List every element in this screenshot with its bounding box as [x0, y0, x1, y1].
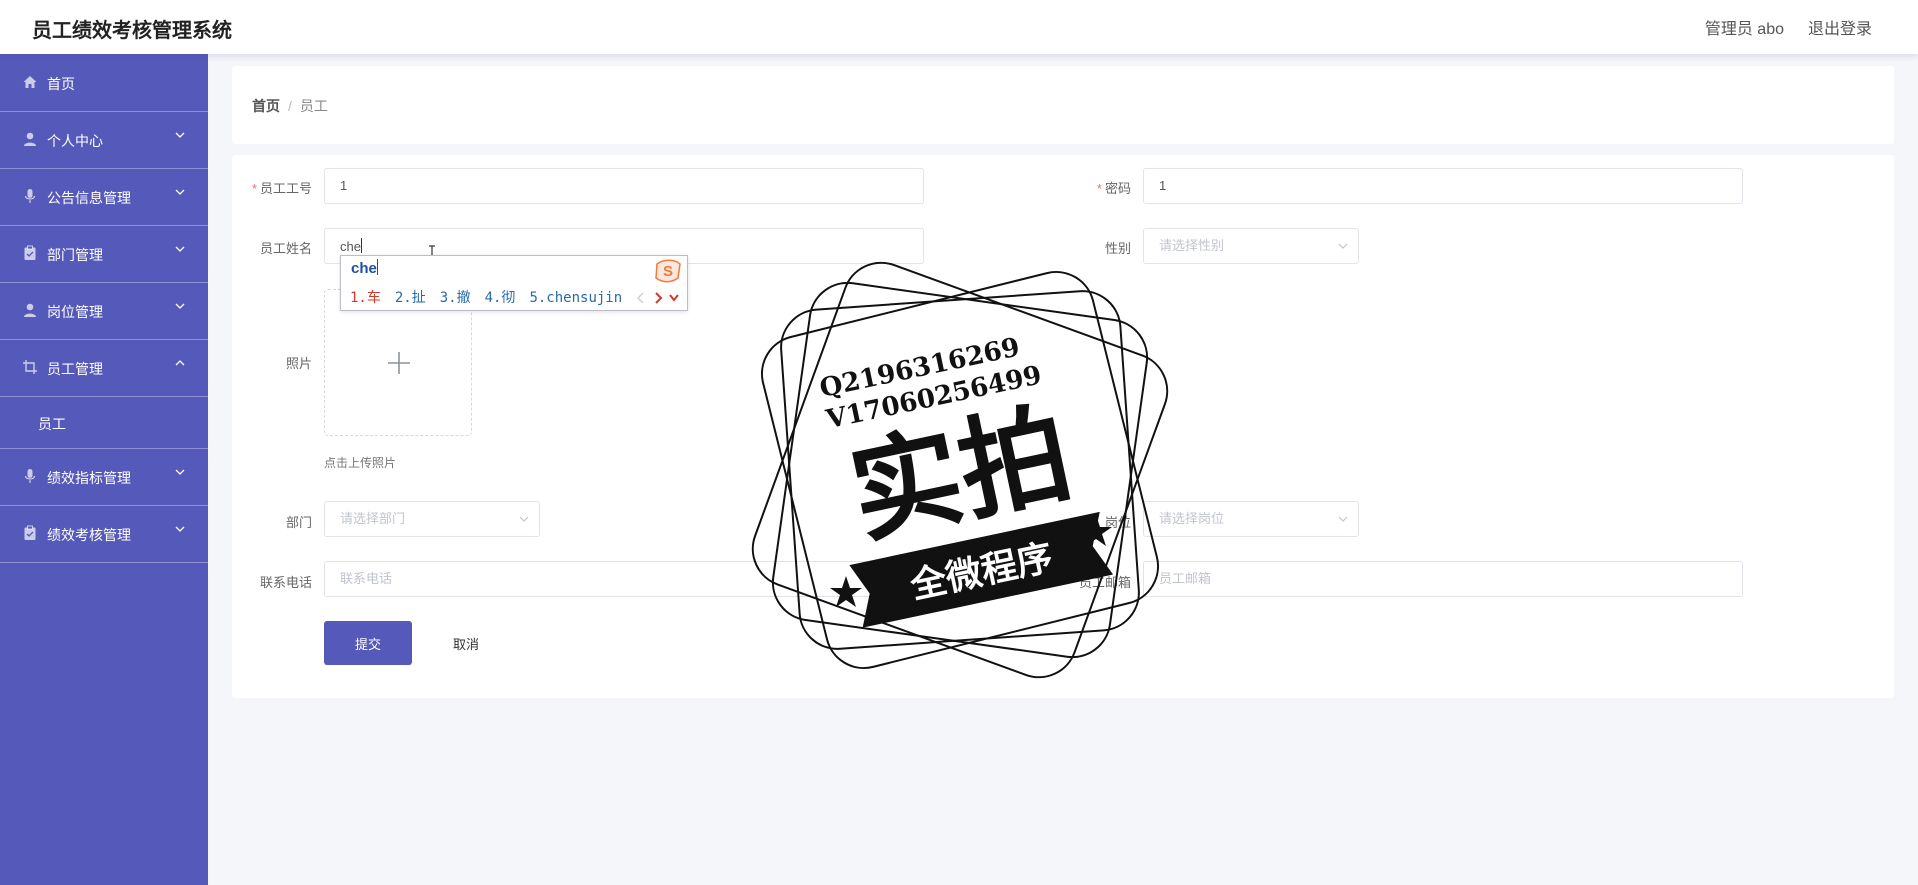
chevron-down-icon: [175, 303, 185, 309]
clipboard-icon: [24, 525, 36, 540]
ime-candidate[interactable]: 3.撤: [440, 290, 471, 306]
ime-candidate[interactable]: 4.彻: [485, 290, 516, 306]
employee-no-label: * 员工工号: [251, 181, 312, 196]
name-input-value: che: [340, 239, 361, 254]
sogou-logo-icon: S: [655, 259, 681, 283]
sidebar-item-home[interactable]: 首页: [0, 54, 208, 112]
password-input[interactable]: 1: [1143, 168, 1743, 204]
home-icon: [23, 76, 37, 88]
chevron-down-icon: [175, 189, 185, 195]
chevron-up-icon: [175, 360, 185, 366]
phone-label: 联系电话: [259, 575, 312, 590]
microphone-icon: [24, 189, 36, 203]
plus-icon: [388, 352, 410, 374]
sidebar-item-label: 绩效考核管理: [47, 527, 131, 543]
sidebar-item-label: 绩效指标管理: [47, 470, 131, 486]
app-title: 员工绩效考核管理系统: [32, 20, 232, 42]
ime-page-nav-icon[interactable]: [634, 290, 684, 306]
department-select-placeholder: 请选择部门: [340, 511, 406, 526]
submit-button[interactable]: 提交: [324, 621, 412, 665]
breadcrumb-home[interactable]: 首页: [252, 98, 280, 114]
user-icon: [24, 132, 36, 146]
sidebar-item-employee-management[interactable]: 员工管理: [0, 339, 208, 397]
chevron-down-icon: [1338, 516, 1348, 522]
watermark-stamp: Q2196316269 V17060256499 实拍 全微程序: [751, 261, 1169, 679]
upload-hint: 点击上传照片: [324, 456, 397, 470]
sidebar-item-label: 公告信息管理: [47, 190, 131, 206]
sidebar-item-notice-management[interactable]: 公告信息管理: [0, 168, 208, 226]
department-select[interactable]: 请选择部门: [324, 501, 540, 537]
sidebar-subitem-label: 员工: [38, 416, 66, 432]
chevron-down-icon: [175, 526, 185, 532]
email-input[interactable]: 员工邮箱: [1143, 561, 1743, 597]
sidebar-item-label: 个人中心: [47, 133, 103, 149]
breadcrumb-separator: /: [288, 98, 292, 114]
breadcrumb: 首页 / 员工: [252, 96, 328, 116]
cancel-button[interactable]: 取消: [430, 621, 502, 665]
breadcrumb-current: 员工: [299, 98, 328, 114]
microphone-icon: [24, 469, 36, 483]
sidebar-item-assessment-management[interactable]: 绩效考核管理: [0, 505, 208, 563]
sidebar-item-label: 首页: [47, 76, 75, 92]
required-mark: *: [251, 181, 257, 196]
sidebar-item-label: 部门管理: [47, 247, 103, 263]
sidebar-item-position-management[interactable]: 岗位管理: [0, 282, 208, 340]
chevron-down-icon: [519, 516, 529, 522]
ime-candidate[interactable]: 5.chensujin: [529, 290, 622, 306]
sidebar-subitem-employee[interactable]: 员工: [0, 396, 208, 449]
top-bar: 员工绩效考核管理系统 管理员 abo 退出登录: [0, 0, 1918, 54]
password-label: * 密码: [1096, 181, 1131, 196]
employee-no-input[interactable]: 1: [324, 168, 924, 204]
photo-uploader[interactable]: [324, 289, 472, 436]
ime-candidate-window: che S 1.车 2.扯 3.撤 4.彻 5.chensujin: [340, 255, 688, 311]
sidebar-item-label: 员工管理: [47, 361, 103, 377]
ime-candidate[interactable]: 2.扯: [395, 290, 426, 306]
chevron-down-icon: [175, 469, 185, 475]
clipboard-icon: [24, 245, 36, 260]
chevron-down-icon: [175, 246, 185, 252]
logout-button[interactable]: 退出登录: [1808, 15, 1872, 39]
chevron-down-icon: [1338, 243, 1348, 249]
text-caret: [360, 238, 362, 253]
ime-composition: che: [351, 259, 378, 277]
ime-candidates: 1.车 2.扯 3.撤 4.彻 5.chensujin: [350, 287, 636, 307]
crop-icon: [23, 360, 37, 374]
department-label: 部门: [285, 515, 312, 530]
sidebar-item-label: 岗位管理: [47, 304, 103, 320]
name-label: 员工姓名: [259, 241, 312, 256]
sidebar-item-personal-center[interactable]: 个人中心: [0, 111, 208, 169]
required-mark: *: [1096, 181, 1102, 196]
user-icon: [24, 303, 36, 317]
chevron-down-icon: [175, 132, 185, 138]
sidebar: 首页 个人中心 公告信息管理 部门管理 岗位管理 员工管理 员工 绩效指标管理 …: [0, 54, 208, 885]
breadcrumb-card: 首页 / 员工: [232, 66, 1894, 144]
sidebar-item-kpi-management[interactable]: 绩效指标管理: [0, 448, 208, 506]
svg-text:S: S: [663, 263, 673, 280]
admin-label: 管理员 abo: [1704, 21, 1784, 38]
photo-label: 照片: [285, 356, 312, 371]
sidebar-item-department-management[interactable]: 部门管理: [0, 225, 208, 283]
ime-candidate[interactable]: 1.车: [350, 290, 381, 306]
